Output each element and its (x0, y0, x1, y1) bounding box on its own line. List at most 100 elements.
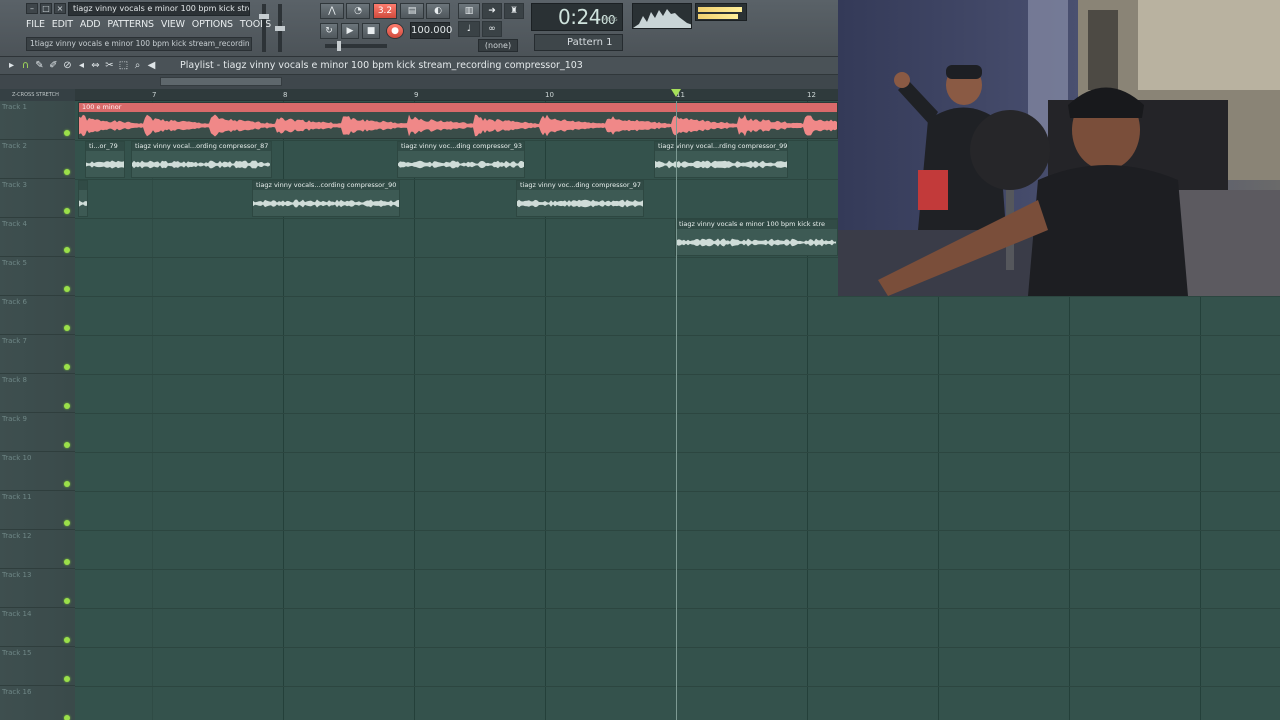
loop-icon[interactable]: ↻ (320, 23, 338, 39)
track-enable-led[interactable] (64, 208, 70, 214)
tempo-display[interactable]: 100.000 (410, 22, 452, 39)
track-enable-led[interactable] (64, 481, 70, 487)
brush-icon[interactable]: ✐ (48, 59, 59, 73)
track-header-12[interactable]: Track 12 (0, 530, 75, 569)
snap-select[interactable]: (none) (478, 39, 518, 52)
time-ruler[interactable]: 7 8 9 10 11 12 (75, 89, 838, 101)
magnet-icon[interactable]: ∩ (20, 59, 31, 73)
typing-keyboard-icon[interactable]: ▥ (458, 3, 480, 19)
track-enable-led[interactable] (64, 364, 70, 370)
track-header-3[interactable]: Track 3 (0, 179, 75, 218)
waveform-shape (655, 160, 787, 169)
audio-clip-100-e-minor[interactable]: 100 e minor (78, 102, 838, 139)
menu-patterns[interactable]: PATTERNS (107, 18, 154, 32)
delete-icon[interactable]: ⊘ (62, 59, 73, 73)
track-enable-led[interactable] (64, 325, 70, 331)
audio-clip-97[interactable]: tiagz vinny voc...ding compressor_97 (516, 180, 644, 217)
minimize-icon[interactable]: – (26, 3, 38, 14)
menu-add[interactable]: ADD (80, 18, 101, 32)
track-enable-led[interactable] (64, 247, 70, 253)
slip-icon[interactable]: ⇔ (90, 59, 101, 73)
playlist-toolbar: ▸ ∩ ✎ ✐ ⊘ ◂ ⇔ ✂ ⬚ ⌕ ◀ Playlist - tiagz v… (0, 57, 838, 75)
track-label: Track 11 (2, 493, 32, 501)
track-header-5[interactable]: Track 5 (0, 257, 75, 296)
track-enable-led[interactable] (64, 520, 70, 526)
pattern-label: Pattern 1 (567, 37, 613, 48)
stop-icon[interactable]: ■ (362, 23, 380, 39)
clip-waveform (253, 199, 399, 208)
menu-file[interactable]: FILE (26, 18, 45, 32)
clip-waveform (398, 160, 524, 169)
step-edit-icon[interactable]: ▤ (400, 3, 424, 19)
link-icon[interactable]: ∞ (482, 21, 502, 37)
slice-icon[interactable]: ✂ (104, 59, 115, 73)
track-header-2[interactable]: Track 2 (0, 140, 75, 179)
audio-clip-87[interactable]: tiagz vinny vocal...ording compressor_87 (131, 141, 272, 178)
track-header-16[interactable]: Track 16 (0, 686, 75, 720)
record-icon[interactable]: ● (386, 23, 404, 39)
maximize-icon[interactable]: □ (40, 3, 52, 14)
clip-label: tiagz vinny vocal...rding compressor_99 (655, 142, 787, 151)
track-enable-led[interactable] (64, 598, 70, 604)
track-enable-led[interactable] (64, 559, 70, 565)
menu-view[interactable]: VIEW (161, 18, 185, 32)
audio-clip-99[interactable]: tiagz vinny vocal...rding compressor_99 (654, 141, 788, 178)
menu-options[interactable]: OPTIONS (192, 18, 233, 32)
audio-clip-93[interactable]: tiagz vinny voc...ding compressor_93 (397, 141, 525, 178)
track-enable-led[interactable] (64, 403, 70, 409)
audio-clip-79[interactable]: ti...or_79 (85, 141, 125, 178)
time-unit: M:S:CS (602, 17, 617, 23)
audio-clip-90[interactable]: tiagz vinny vocals...cording compressor_… (252, 180, 400, 217)
horizontal-scrollbar[interactable] (160, 77, 282, 86)
track-header-1[interactable]: Track 1 (0, 101, 75, 140)
zoom-icon[interactable]: ⌕ (132, 59, 143, 73)
track-header-13[interactable]: Track 13 (0, 569, 75, 608)
track-header-7[interactable]: Track 7 (0, 335, 75, 374)
webcam-image (838, 0, 1280, 296)
play-icon[interactable]: ▶ (341, 23, 359, 39)
song-mode-icon[interactable]: ⋀ (320, 3, 344, 19)
track-header-10[interactable]: Track 10 (0, 452, 75, 491)
blend-icon[interactable]: ◐ (426, 3, 450, 19)
pencil-icon[interactable]: ✎ (34, 59, 45, 73)
clip-waveform (79, 114, 837, 137)
arrow-icon[interactable]: ▸ (6, 59, 17, 73)
waveform-shape (79, 114, 837, 137)
mute-icon[interactable]: ◂ (76, 59, 87, 73)
playlist-tools: ▸ ∩ ✎ ✐ ⊘ ◂ ⇔ ✂ ⬚ ⌕ ◀ (6, 59, 157, 73)
master-pitch-slider[interactable] (275, 4, 285, 52)
track-header-11[interactable]: Track 11 (0, 491, 75, 530)
track-enable-led[interactable] (64, 676, 70, 682)
master-volume-slider[interactable] (259, 4, 269, 52)
select-icon[interactable]: ⬚ (118, 59, 129, 73)
track-label: Track 2 (2, 142, 27, 150)
main-pitch-slider[interactable] (325, 41, 387, 51)
audio-clip-103[interactable]: tiagz vinny vocals e minor 100 bpm kick … (675, 219, 838, 256)
track-enable-led[interactable] (64, 442, 70, 448)
track-enable-led[interactable] (64, 715, 70, 720)
metronome-icon[interactable]: ◔ (346, 3, 370, 19)
track-header-14[interactable]: Track 14 (0, 608, 75, 647)
close-icon[interactable]: × (54, 3, 66, 14)
track-enable-led[interactable] (64, 169, 70, 175)
playback-icon[interactable]: ◀ (146, 59, 157, 73)
track-enable-led[interactable] (64, 637, 70, 643)
track-header-column: Track 1 Track 2 Track 3 Track 4 Track 5 … (0, 101, 75, 720)
track-header-6[interactable]: Track 6 (0, 296, 75, 335)
countdown-button[interactable]: 3.2 (373, 3, 397, 19)
pattern-select[interactable]: Pattern 1 (534, 34, 623, 51)
playlist-scroll-bar (0, 75, 838, 89)
audio-clip-small[interactable] (78, 180, 88, 217)
track-enable-led[interactable] (64, 130, 70, 136)
playhead-marker[interactable] (671, 89, 681, 97)
track-header-8[interactable]: Track 8 (0, 374, 75, 413)
menu-edit[interactable]: EDIT (52, 18, 73, 32)
track-header-9[interactable]: Track 9 (0, 413, 75, 452)
snap-icon[interactable]: ♩ (458, 21, 480, 37)
track-enable-led[interactable] (64, 286, 70, 292)
track-header-4[interactable]: Track 4 (0, 218, 75, 257)
track-header-15[interactable]: Track 15 (0, 647, 75, 686)
arrow-right-icon[interactable]: ➜ (482, 3, 502, 19)
audio-icon[interactable]: ♜ (504, 3, 524, 19)
menu-tools[interactable]: TOOLS (240, 18, 271, 32)
